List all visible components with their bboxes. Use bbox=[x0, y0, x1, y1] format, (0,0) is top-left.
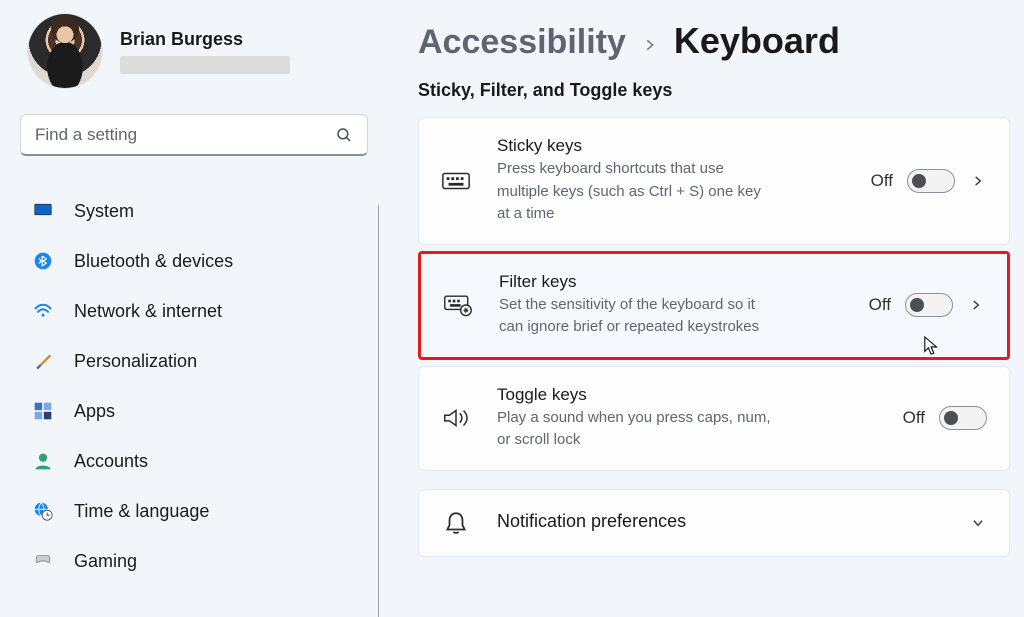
toggle-toggle-keys[interactable] bbox=[939, 406, 987, 430]
keyboard-filter-icon bbox=[443, 290, 473, 320]
globe-clock-icon bbox=[32, 500, 54, 522]
chevron-right-icon[interactable] bbox=[969, 172, 987, 190]
sidebar: Brian Burgess System Bluetooth & devi bbox=[0, 0, 378, 617]
apps-icon bbox=[32, 400, 54, 422]
search-input[interactable] bbox=[35, 125, 335, 145]
chevron-down-icon[interactable] bbox=[969, 514, 987, 532]
page-title: Keyboard bbox=[674, 20, 840, 62]
search-icon bbox=[335, 126, 353, 144]
chevron-right-icon bbox=[642, 37, 658, 53]
toggle-state: Off bbox=[869, 295, 891, 315]
card-body: Notification preferences bbox=[497, 511, 943, 534]
card-controls: Off bbox=[869, 293, 985, 317]
sidebar-item-label: Apps bbox=[74, 401, 115, 422]
card-title: Filter keys bbox=[499, 272, 779, 292]
sidebar-item-personalization[interactable]: Personalization bbox=[20, 336, 368, 386]
sidebar-item-label: System bbox=[74, 201, 134, 222]
card-controls: Off bbox=[903, 406, 987, 430]
card-body: Sticky keys Press keyboard shortcuts tha… bbox=[497, 136, 777, 226]
card-description: Press keyboard shortcuts that use multip… bbox=[497, 158, 777, 226]
card-body: Toggle keys Play a sound when you press … bbox=[497, 385, 777, 452]
sidebar-item-bluetooth[interactable]: Bluetooth & devices bbox=[20, 236, 368, 286]
card-body: Filter keys Set the sensitivity of the k… bbox=[499, 272, 779, 339]
setting-card-sticky-keys[interactable]: Sticky keys Press keyboard shortcuts tha… bbox=[418, 117, 1010, 245]
sidebar-item-label: Bluetooth & devices bbox=[74, 251, 233, 272]
card-controls: Off bbox=[871, 169, 987, 193]
sidebar-item-accounts[interactable]: Accounts bbox=[20, 436, 368, 486]
breadcrumb: Accessibility Keyboard bbox=[418, 20, 1010, 62]
card-title: Toggle keys bbox=[497, 385, 777, 405]
card-title: Sticky keys bbox=[497, 136, 777, 156]
search-box[interactable] bbox=[20, 114, 368, 156]
avatar bbox=[28, 14, 102, 88]
profile-block[interactable]: Brian Burgess bbox=[20, 14, 368, 88]
system-icon bbox=[32, 200, 54, 222]
sidebar-item-system[interactable]: System bbox=[20, 186, 368, 236]
sidebar-item-apps[interactable]: Apps bbox=[20, 386, 368, 436]
sidebar-item-label: Time & language bbox=[74, 501, 209, 522]
sound-icon bbox=[441, 403, 471, 433]
setting-card-filter-keys[interactable]: Filter keys Set the sensitivity of the k… bbox=[418, 251, 1010, 360]
accounts-icon bbox=[32, 450, 54, 472]
wifi-icon bbox=[32, 300, 54, 322]
profile-email-redacted bbox=[120, 56, 290, 74]
sidebar-item-label: Gaming bbox=[74, 551, 137, 572]
sidebar-item-label: Personalization bbox=[74, 351, 197, 372]
keyboard-icon bbox=[441, 166, 471, 196]
sidebar-item-label: Accounts bbox=[74, 451, 148, 472]
toggle-state: Off bbox=[903, 408, 925, 428]
profile-text: Brian Burgess bbox=[120, 29, 290, 74]
bluetooth-icon bbox=[32, 250, 54, 272]
toggle-sticky-keys[interactable] bbox=[907, 169, 955, 193]
bell-icon bbox=[441, 508, 471, 538]
breadcrumb-parent[interactable]: Accessibility bbox=[418, 23, 626, 62]
gaming-icon bbox=[32, 550, 54, 572]
card-controls bbox=[969, 514, 987, 532]
sidebar-item-gaming[interactable]: Gaming bbox=[20, 536, 368, 586]
card-description: Set the sensitivity of the keyboard so i… bbox=[499, 294, 779, 339]
card-title: Notification preferences bbox=[497, 511, 943, 532]
chevron-right-icon[interactable] bbox=[967, 296, 985, 314]
sidebar-item-network[interactable]: Network & internet bbox=[20, 286, 368, 336]
toggle-state: Off bbox=[871, 171, 893, 191]
setting-card-toggle-keys[interactable]: Toggle keys Play a sound when you press … bbox=[418, 366, 1010, 471]
sidebar-item-label: Network & internet bbox=[74, 301, 222, 322]
sidebar-divider bbox=[378, 205, 379, 617]
profile-name: Brian Burgess bbox=[120, 29, 290, 50]
main-content: Accessibility Keyboard Sticky, Filter, a… bbox=[378, 0, 1024, 617]
nav-list: System Bluetooth & devices Network & int… bbox=[20, 186, 368, 586]
section-heading: Sticky, Filter, and Toggle keys bbox=[418, 80, 1010, 101]
toggle-filter-keys[interactable] bbox=[905, 293, 953, 317]
setting-card-notification-preferences[interactable]: Notification preferences bbox=[418, 489, 1010, 557]
card-description: Play a sound when you press caps, num, o… bbox=[497, 407, 777, 452]
paintbrush-icon bbox=[32, 350, 54, 372]
sidebar-item-time-language[interactable]: Time & language bbox=[20, 486, 368, 536]
